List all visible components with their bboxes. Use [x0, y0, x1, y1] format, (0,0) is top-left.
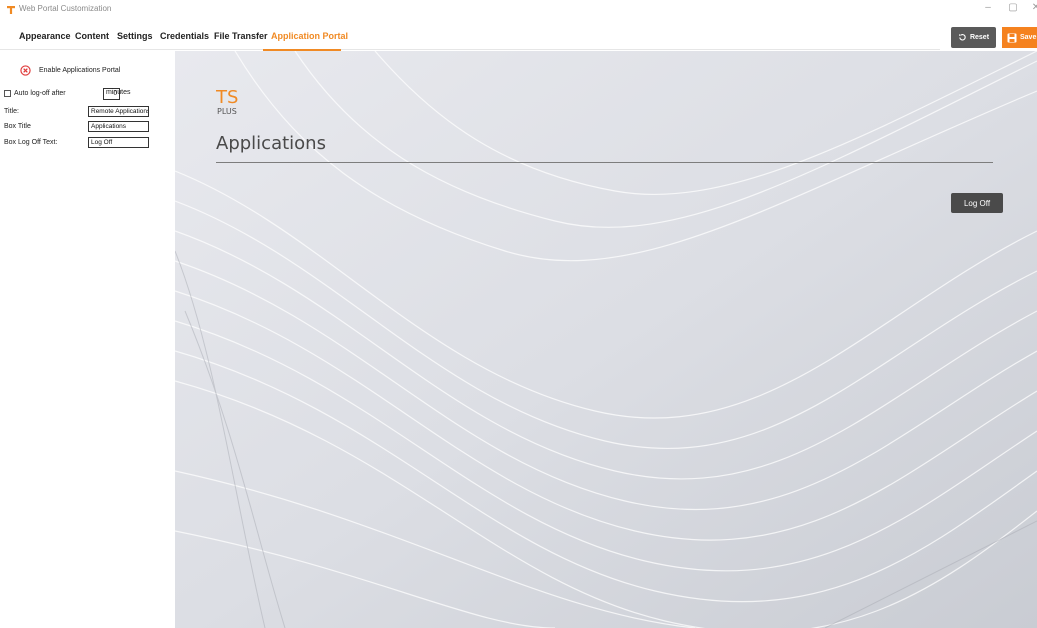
tsplus-logo: TS PLUS [216, 87, 238, 116]
window-title: Web Portal Customization [19, 4, 112, 13]
tab-application-portal[interactable]: Application Portal [271, 31, 348, 41]
tab-appearance[interactable]: Appearance [19, 31, 71, 41]
disabled-x-icon[interactable] [20, 65, 31, 76]
reset-label: Reset [969, 34, 990, 41]
maximize-button[interactable]: ▢ [1005, 2, 1021, 13]
auto-logoff-checkbox[interactable] [4, 90, 11, 97]
tab-file-transfer[interactable]: File Transfer [214, 31, 268, 41]
save-label: Save [1020, 34, 1037, 41]
title-input[interactable]: Remote Applications [88, 106, 149, 117]
floppy-disk-icon [1007, 33, 1017, 42]
portal-heading: Applications [216, 133, 326, 154]
tab-settings[interactable]: Settings [117, 31, 153, 41]
title-bar: Web Portal Customization – ▢ ✕ [0, 0, 1037, 20]
enable-portal-row[interactable]: Enable Applications Portal [20, 65, 120, 76]
enable-portal-label: Enable Applications Portal [39, 67, 121, 74]
app-logo-icon [7, 6, 15, 14]
box-title-input[interactable]: Applications [88, 121, 149, 132]
tab-content[interactable]: Content [75, 31, 109, 41]
box-logoff-text-label: Box Log Off Text: [4, 139, 58, 146]
logoff-button[interactable]: Log Off [951, 193, 1003, 213]
box-title-label: Box Title [4, 123, 31, 130]
auto-logoff-label: Auto log-off after [14, 90, 66, 97]
heading-divider [216, 162, 993, 163]
reset-icon [959, 33, 966, 41]
box-logoff-text-input[interactable]: Log Off [88, 137, 149, 148]
tab-credentials[interactable]: Credentials [160, 31, 209, 41]
reset-button[interactable]: Reset [951, 27, 996, 48]
title-label: Title: [4, 108, 19, 115]
logo-ts-text: TS [216, 87, 238, 108]
minutes-unit-label: minutes [106, 89, 131, 96]
close-button[interactable]: ✕ [1028, 2, 1037, 13]
save-button[interactable]: Save [1002, 27, 1037, 48]
minimize-button[interactable]: – [980, 2, 996, 13]
tab-bar: Appearance Content Settings Credentials … [0, 24, 940, 51]
logo-plus-text: PLUS [217, 107, 237, 116]
